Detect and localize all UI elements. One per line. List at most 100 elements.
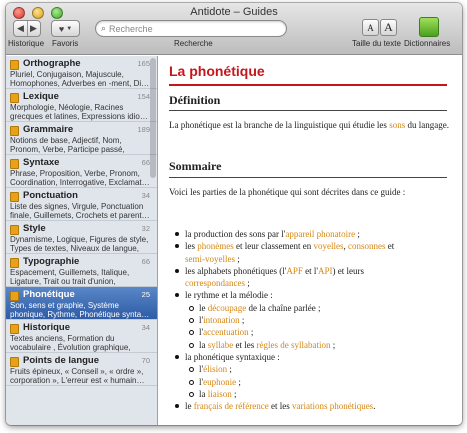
sidebar-scroll-thumb[interactable]: [150, 58, 156, 178]
text-span: et leur classement en: [233, 241, 314, 252]
text-span: ;: [235, 253, 240, 264]
search-input[interactable]: [109, 23, 280, 34]
text-span: le: [199, 302, 208, 313]
sidebar-item-title: Ponctuation: [23, 190, 78, 201]
link-phonemes[interactable]: phonèmes: [197, 241, 234, 251]
book-icon: [10, 93, 19, 103]
sidebar-item-ponctuation[interactable]: Ponctuation 34 Liste des signes, Virgule…: [6, 188, 157, 221]
sidebar-item-count: 154: [137, 92, 150, 101]
sommaire-heading: Sommaire: [169, 159, 222, 173]
link-regles-de-syllabation[interactable]: règles de syllabation: [257, 340, 331, 350]
link-appareil-phonatoire[interactable]: appareil phonatoire: [285, 229, 355, 239]
sidebar-item-typographie[interactable]: Typographie 66 Espacement, Guillemets, I…: [6, 254, 157, 287]
title-bar: Antidote – Guides ◀ ▶ ♥ ▼ Historique Fav…: [6, 3, 462, 55]
link-liaison[interactable]: liaison: [208, 389, 232, 399]
sidebar-item-desc: Phrase, Proposition, Verbe, Pronom, Coor…: [10, 169, 150, 187]
sidebar-item-points-de-langue[interactable]: Points de langue 70 Fruits épineux, « Co…: [6, 353, 157, 386]
app-window: Antidote – Guides ◀ ▶ ♥ ▼ Historique Fav…: [6, 3, 462, 425]
text-span: la: [199, 388, 208, 399]
list-item: le découpage de la chaîne parlée ;: [187, 302, 448, 314]
sidebar-item-count: 189: [137, 125, 150, 134]
sidebar-item-phonetique[interactable]: Phonétique 25 Son, sens et graphie, Syst…: [6, 287, 157, 320]
text-span: et: [385, 241, 395, 252]
link-api[interactable]: API: [318, 266, 333, 276]
search-field[interactable]: ⌕: [95, 20, 287, 37]
list-item: l'euphonie ;: [187, 376, 448, 388]
sidebar-item-desc: Morphologie, Néologie, Racines grecques …: [10, 103, 148, 121]
sidebar-item-count: 66: [141, 257, 150, 266]
sommaire-divider: [169, 177, 447, 178]
dictionaries-label: Dictionnaires: [404, 39, 451, 48]
link-voyelles[interactable]: voyelles: [313, 241, 343, 251]
sidebar-item-grammaire[interactable]: Grammaire 189 Notions de base, Adjectif,…: [6, 122, 157, 155]
text-span: de la chaîne parlée ;: [246, 302, 321, 313]
content-scrollbar[interactable]: [455, 56, 461, 425]
sidebar-item-desc: Dynamisme, Logique, Figures de style, Ty…: [10, 235, 149, 253]
sidebar-item-title: Typographie: [23, 256, 80, 267]
dictionary-book-icon[interactable]: [419, 17, 439, 37]
text-span: le: [185, 401, 194, 412]
sidebar-item-lexique[interactable]: Lexique 154 Morphologie, Néologie, Racin…: [6, 89, 157, 122]
sidebar-item-title: Style: [23, 223, 46, 234]
link-euphonie[interactable]: euphonie: [203, 377, 236, 387]
text-smaller-button[interactable]: A: [362, 19, 379, 36]
list-item: la production des sons par l'appareil ph…: [173, 228, 448, 240]
sidebar-item-count: 34: [141, 323, 150, 332]
link-consonnes[interactable]: consonnes: [348, 241, 386, 251]
search-label: Recherche: [174, 39, 213, 48]
text-span: les: [185, 241, 198, 252]
favorites-button[interactable]: ♥ ▼: [51, 20, 80, 37]
sidebar-item-title: Syntaxe: [23, 157, 60, 168]
heart-icon: ♥: [58, 23, 65, 34]
link-sons[interactable]: sons: [389, 120, 405, 130]
book-icon: [10, 258, 19, 268]
book-icon: [10, 126, 19, 136]
link-correspondances[interactable]: correspondances: [185, 278, 245, 288]
book-icon: [10, 159, 19, 169]
book-icon: [10, 291, 19, 301]
sidebar-item-count: 70: [141, 356, 150, 365]
sidebar-item-title: Phonétique: [23, 289, 75, 300]
link-francais-de-reference[interactable]: français de référence: [194, 401, 269, 411]
link-decoupage[interactable]: découpage: [208, 303, 246, 313]
link-apf[interactable]: APF: [286, 266, 303, 276]
text-span: ) et leurs: [332, 265, 365, 276]
sidebar-item-orthographe[interactable]: Orthographe 165 Pluriel, Conjugaison, Ma…: [6, 56, 157, 89]
favorites-label: Favoris: [52, 39, 79, 48]
chevron-down-icon: ▼: [66, 25, 73, 32]
sidebar-scrollbar[interactable]: [150, 56, 156, 425]
link-accentuation[interactable]: accentuation: [203, 327, 248, 337]
sidebar-item-syntaxe[interactable]: Syntaxe 66 Phrase, Proposition, Verbe, P…: [6, 155, 157, 188]
text-larger-button[interactable]: A: [380, 19, 397, 36]
list-item: la liaison ;: [187, 388, 448, 400]
link-variations-phonetiques[interactable]: variations phonétiques: [292, 401, 373, 411]
text-span: ;: [231, 388, 237, 399]
text-span: la production des sons par l': [185, 229, 286, 239]
link-intonation[interactable]: intonation: [203, 315, 240, 325]
text-span: les alphabets phonétiques (l': [185, 265, 287, 276]
sidebar-item-desc: Espacement, Guillemets, Italique, Ligatu…: [10, 268, 130, 286]
link-syllabe[interactable]: syllabe: [208, 340, 234, 350]
text-span: ;: [236, 376, 241, 387]
sidebar-item-desc: Son, sens et graphie, Système phonique, …: [10, 301, 150, 319]
text-size-label: Taille du texte: [352, 39, 401, 48]
sidebar-item-historique[interactable]: Historique 34 Textes anciens, Formation …: [6, 320, 157, 353]
link-semi-voyelles[interactable]: semi-voyelles: [185, 254, 235, 264]
text-span: ;: [248, 327, 254, 338]
sidebar-item-title: Lexique: [23, 91, 59, 102]
link-elision[interactable]: élision: [203, 364, 227, 374]
list-item: l'intonation ;: [187, 314, 448, 326]
list-item: l'élision ;: [187, 363, 448, 375]
text-span: la: [199, 339, 208, 350]
page-title: La phonétique: [169, 63, 265, 79]
list-item: la syllabe et les règles de syllabation …: [187, 339, 448, 351]
sommaire-intro: Voici les parties de la phonétique qui s…: [169, 187, 406, 197]
text-span: ;: [239, 315, 245, 326]
book-icon: [10, 60, 19, 70]
sidebar-item-desc: Pluriel, Conjugaison, Majuscule, Homopho…: [10, 70, 150, 88]
sidebar-item-style[interactable]: Style 32 Dynamisme, Logique, Figures de …: [6, 221, 157, 254]
text-span: ;: [330, 339, 336, 350]
book-icon: [10, 225, 19, 235]
back-arrow-icon[interactable]: ◀: [14, 23, 27, 34]
forward-arrow-icon[interactable]: ▶: [27, 23, 40, 34]
